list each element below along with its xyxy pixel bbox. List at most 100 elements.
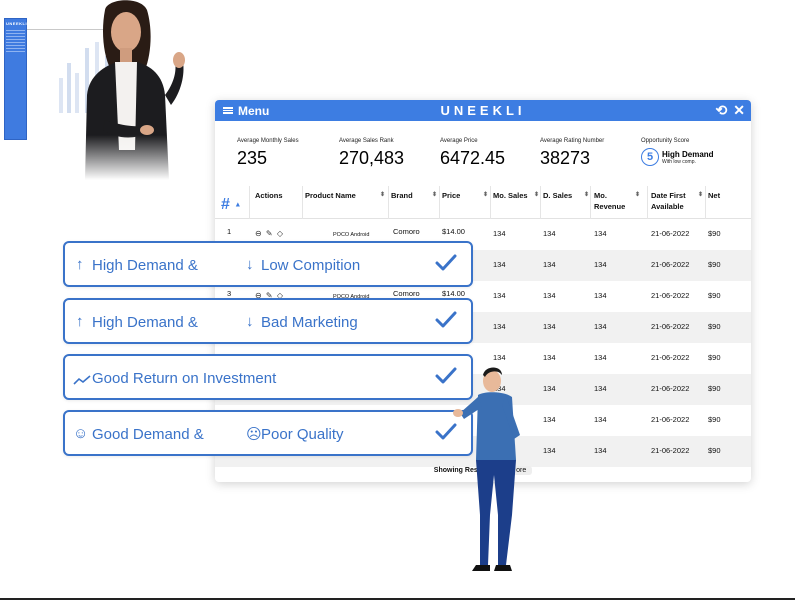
mini-line xyxy=(6,33,25,34)
cell-net: $90 xyxy=(708,229,721,238)
feature-card-good-demand-poor-quality: ☺ Good Demand & ☹ Poor Quality xyxy=(63,410,473,456)
trend-up-icon xyxy=(73,375,91,385)
cell-date: 21-06-2022 xyxy=(651,291,690,300)
cell-mo-sales: 134 xyxy=(493,322,506,331)
cell-mo-revenue: 134 xyxy=(594,260,607,269)
feature-text: Poor Quality xyxy=(261,426,344,443)
feature-text: Low Compition xyxy=(261,257,361,274)
cell-d-sales: 134 xyxy=(543,446,556,455)
column-divider xyxy=(590,186,591,219)
cell-net: $90 xyxy=(708,384,721,393)
stat-avg-price: Average Price 6472.45 xyxy=(440,138,505,169)
cell-date: 21-06-2022 xyxy=(651,322,690,331)
stat-label: Opportunity Score xyxy=(641,138,690,144)
index-sort-header[interactable]: # ▲ xyxy=(221,196,241,214)
stat-label: Average Rating Number xyxy=(540,138,605,144)
stat-value: 38273 xyxy=(540,148,591,168)
cell-net: $90 xyxy=(708,291,721,300)
businessman-illustration xyxy=(453,367,520,571)
cell-date: 21-06-2022 xyxy=(651,260,690,269)
header-label: D. Sales xyxy=(543,191,573,200)
header-label: Mo. Revenue xyxy=(594,191,626,211)
column-divider xyxy=(647,186,648,219)
cell-net: $90 xyxy=(708,322,721,331)
mini-line xyxy=(6,48,25,49)
column-divider xyxy=(540,186,541,219)
stat-avg-sales-rank: Average Sales Rank 270,483 xyxy=(339,138,404,169)
cell-brand: Comoro xyxy=(393,289,420,298)
mini-line xyxy=(6,51,25,52)
header-label: Actions xyxy=(255,191,283,200)
cell-mo-revenue: 134 xyxy=(594,415,607,424)
check-icon xyxy=(435,311,457,328)
col-actions: Actions xyxy=(255,190,283,201)
stats-summary: Average Monthly Sales 235 Average Sales … xyxy=(237,138,741,178)
sort-up-icon: ▲ xyxy=(234,201,242,209)
column-divider xyxy=(439,186,440,219)
cell-mo-revenue: 134 xyxy=(594,291,607,300)
cell-mo-sales: 134 xyxy=(493,353,506,362)
header-label: Price xyxy=(442,191,461,200)
opportunity-subtitle: With low comp. xyxy=(662,158,696,165)
feature-text: High Demand & xyxy=(92,314,198,331)
header-label: Brand xyxy=(391,191,413,200)
hash-label: # xyxy=(221,196,230,213)
sort-icon: ⬍ xyxy=(634,192,640,198)
cell-mo-sales: 134 xyxy=(493,229,506,238)
opportunity-score: Opportunity Score 5 High Demand With low… xyxy=(641,138,714,166)
businesswoman-illustration xyxy=(65,0,195,180)
mini-panel-title: UNEEKLI xyxy=(6,21,28,26)
col-mo-revenue[interactable]: Mo. Revenue ⬍ xyxy=(594,190,640,212)
close-icon[interactable]: ✕ xyxy=(733,102,745,119)
arrow-up-icon: ↑ xyxy=(76,256,84,273)
column-divider xyxy=(490,186,491,219)
cell-mo-revenue: 134 xyxy=(594,384,607,393)
cell-mo-revenue: 134 xyxy=(594,446,607,455)
col-net: Net xyxy=(708,190,720,201)
mini-line xyxy=(6,45,25,46)
cell-d-sales: 134 xyxy=(543,353,556,362)
sort-icon: ⬍ xyxy=(583,192,589,198)
col-d-sales[interactable]: D. Sales ⬍ xyxy=(543,190,589,201)
cell-mo-sales: 134 xyxy=(493,260,506,269)
header-label: Mo. Sales xyxy=(493,191,528,200)
header-label: Date First Available xyxy=(651,191,686,211)
cell-net: $90 xyxy=(708,260,721,269)
cell-num: 1 xyxy=(227,227,232,236)
cell-brand: Comoro xyxy=(393,227,420,236)
stat-avg-monthly-sales: Average Monthly Sales 235 xyxy=(237,138,299,169)
bottom-rule xyxy=(0,598,795,600)
cell-d-sales: 134 xyxy=(543,384,556,393)
column-divider xyxy=(705,186,706,219)
sort-icon: ⬍ xyxy=(431,192,437,198)
frown-icon: ☹ xyxy=(246,426,262,443)
feature-card-good-roi: Good Return on Investment xyxy=(63,354,473,400)
refresh-icon[interactable]: ⟲ xyxy=(716,102,728,119)
cell-date: 21-06-2022 xyxy=(651,446,690,455)
col-mo-sales[interactable]: Mo. Sales ⬍ xyxy=(493,190,539,201)
cell-mo-sales: 134 xyxy=(493,291,506,300)
opportunity-title: High Demand xyxy=(662,149,714,159)
col-date-first-available[interactable]: Date First Available ⬍ xyxy=(651,190,703,212)
feature-text: Good Return on Investment xyxy=(92,370,277,387)
arrow-down-icon: ↓ xyxy=(246,256,254,273)
cell-date: 21-06-2022 xyxy=(651,384,690,393)
mini-preview-panel: UNEEKLI xyxy=(4,18,27,140)
sort-icon: ⬍ xyxy=(379,192,385,198)
feature-text: High Demand & xyxy=(92,257,198,274)
stat-label: Average Monthly Sales xyxy=(237,138,299,144)
cell-d-sales: 134 xyxy=(543,291,556,300)
mini-line xyxy=(6,42,25,43)
arrow-up-icon: ↑ xyxy=(76,313,84,330)
stat-label: Average Price xyxy=(440,138,478,144)
feature-card-high-demand-bad-marketing: ↑ High Demand & ↓ Bad Marketing xyxy=(63,298,473,344)
row-action-icons[interactable]: ⊖ ✎ ◇ xyxy=(255,229,284,238)
cell-mo-revenue: 134 xyxy=(594,229,607,238)
cell-price: $14.00 xyxy=(442,289,465,298)
col-product-name[interactable]: Product Name ⬍ xyxy=(305,190,385,201)
check-icon xyxy=(435,254,457,271)
col-price[interactable]: Price ⬍ xyxy=(442,190,488,201)
cell-price: $14.00 xyxy=(442,227,465,236)
col-brand[interactable]: Brand ⬍ xyxy=(391,190,437,201)
sort-icon: ⬍ xyxy=(533,192,539,198)
